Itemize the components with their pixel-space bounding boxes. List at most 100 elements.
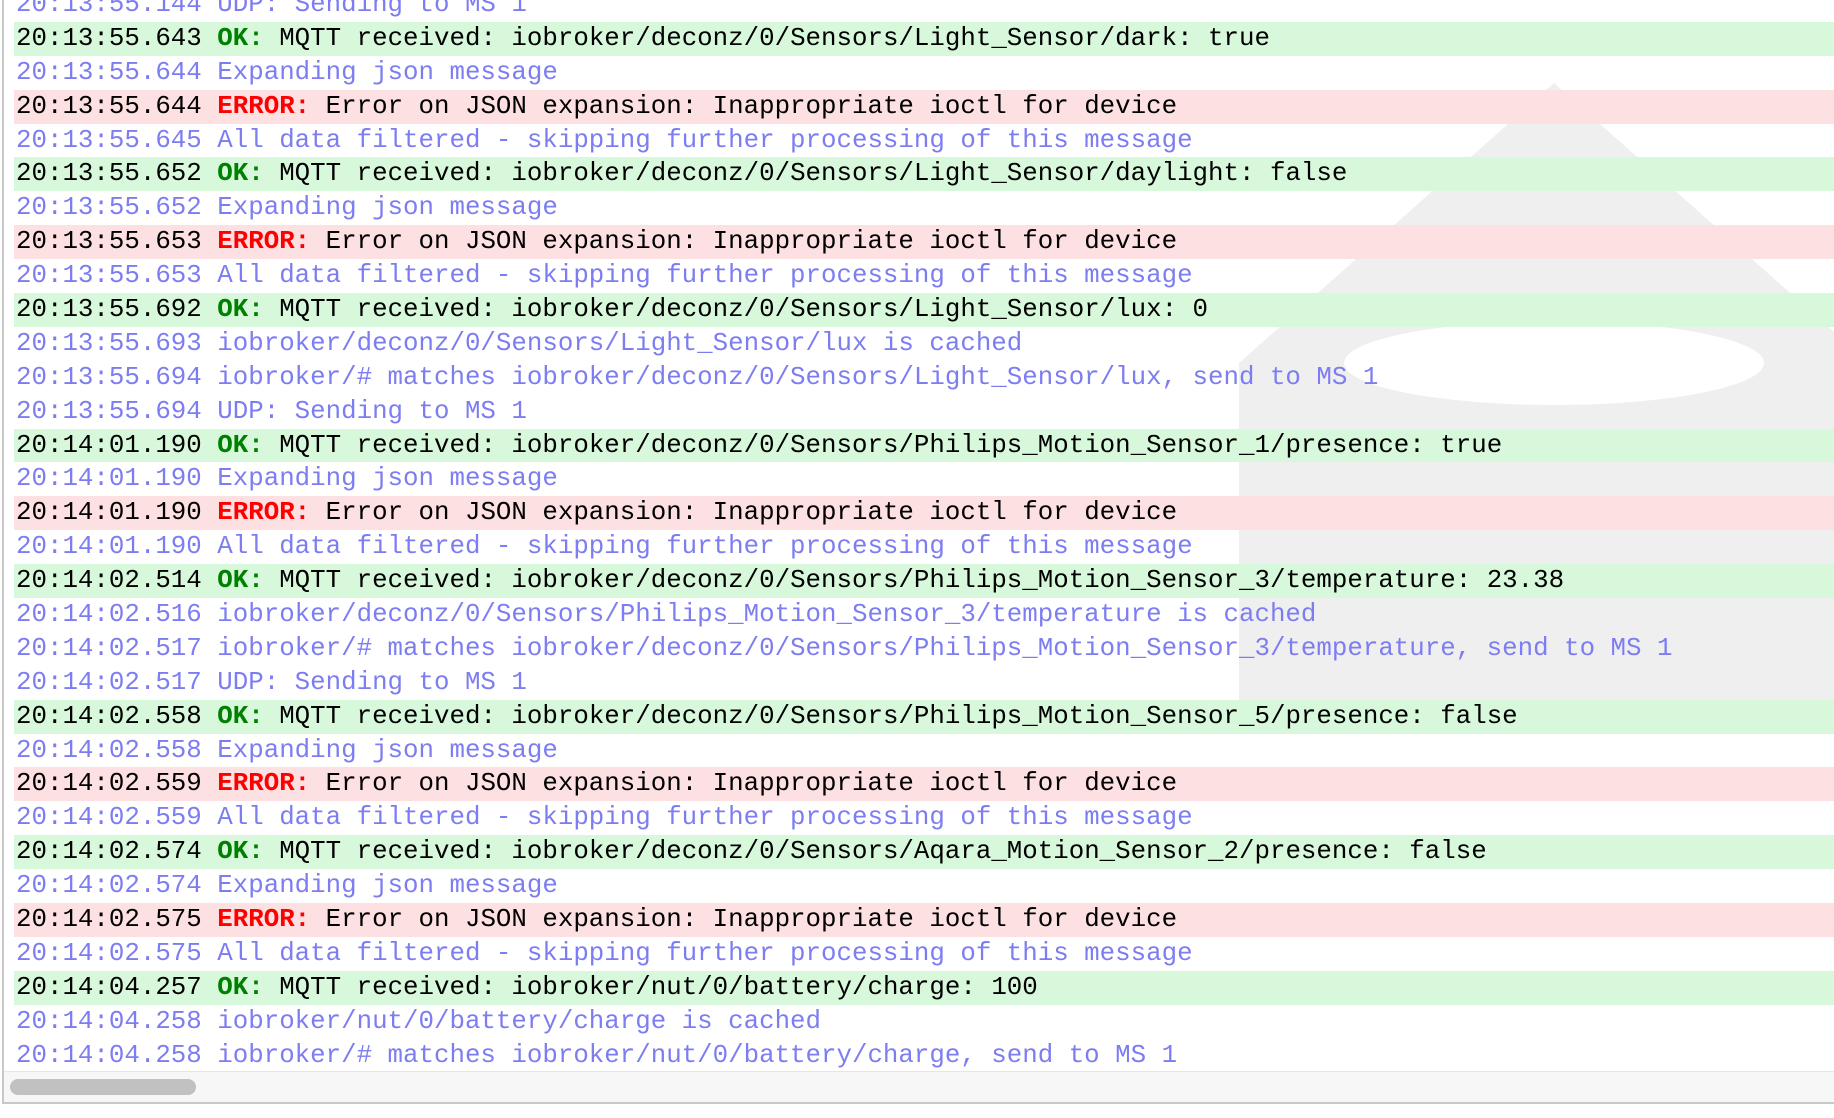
log-message: All data filtered - skipping further pro… [217,532,1193,562]
log-message: MQTT received: iobroker/nut/0/battery/ch… [279,972,1038,1002]
log-row-info: 20:13:55.644 Expanding json message [14,56,1834,90]
log-message: MQTT received: iobroker/deconz/0/Sensors… [279,701,1518,731]
log-level-label: OK: [217,972,264,1002]
log-message: MQTT received: iobroker/deconz/0/Sensors… [279,430,1503,460]
log-message: Expanding json message [217,57,558,87]
log-timestamp: 20:14:02.559 [16,769,202,799]
log-row-error: 20:13:55.653 ERROR: Error on JSON expans… [14,225,1834,260]
log-row-error: 20:14:02.575 ERROR: Error on JSON expans… [14,903,1834,937]
log-timestamp: 20:14:02.514 [16,566,202,596]
log-row-info: 20:14:04.258 iobroker/# matches iobroker… [14,1039,1834,1073]
log-message: iobroker/# matches iobroker/deconz/0/Sen… [217,362,1379,392]
log-message: UDP: Sending to MS 1 [217,667,527,697]
log-row-error: 20:14:02.559 ERROR: Error on JSON expans… [14,767,1834,802]
log-message: Error on JSON expansion: Inappropriate i… [325,227,1178,257]
log-timestamp: 20:14:01.190 [16,532,202,562]
log-timestamp: 20:14:01.190 [16,430,202,460]
log-timestamp: 20:14:02.574 [16,871,202,901]
log-row-info: 20:14:01.190 Expanding json message [14,462,1834,496]
log-timestamp: 20:13:55.644 [16,91,202,121]
log-level-label: OK: [217,701,264,731]
log-timestamp: 20:14:02.575 [16,905,202,935]
log-row-info: 20:14:01.190 All data filtered - skippin… [14,530,1834,564]
log-row-info: 20:13:55.693 iobroker/deconz/0/Sensors/L… [14,327,1834,361]
log-timestamp: 20:14:02.516 [16,600,202,630]
log-row-ok: 20:14:01.190 OK: MQTT received: iobroker… [14,428,1834,463]
log-message: Error on JSON expansion: Inappropriate i… [325,91,1178,121]
log-timestamp: 20:13:55.144 [16,0,202,19]
log-row-info: 20:14:02.574 Expanding json message [14,869,1834,903]
log-timestamp: 20:14:02.517 [16,633,202,663]
log-message: iobroker/# matches iobroker/deconz/0/Sen… [217,633,1673,663]
log-row-info: 20:13:55.144 UDP: Sending to MS 1 [14,0,1834,22]
log-level-label: OK: [217,23,264,53]
log-message: UDP: Sending to MS 1 [217,0,527,19]
log-message: All data filtered - skipping further pro… [217,938,1193,968]
scrollbar-thumb[interactable] [10,1079,196,1095]
log-panel: 20:13:55.144 UDP: Sending to MS 1 20:13:5… [2,0,1834,1104]
log-message: Error on JSON expansion: Inappropriate i… [325,905,1178,935]
log-timestamp: 20:13:55.653 [16,227,202,257]
log-level-label: ERROR: [217,905,311,935]
log-message: MQTT received: iobroker/deconz/0/Sensors… [279,295,1209,325]
log-timestamp: 20:13:55.653 [16,261,202,291]
log-row-info: 20:14:02.559 All data filtered - skippin… [14,801,1834,835]
log-timestamp: 20:14:01.190 [16,498,202,528]
log-message: Error on JSON expansion: Inappropriate i… [325,498,1178,528]
log-row-info: 20:14:04.258 iobroker/nut/0/battery/char… [14,1005,1834,1039]
log-row-info: 20:13:55.652 Expanding json message [14,191,1834,225]
log-row-ok: 20:13:55.692 OK: MQTT received: iobroker… [14,293,1834,327]
log-timestamp: 20:13:55.692 [16,295,202,325]
log-message: Expanding json message [217,735,558,765]
log-message: MQTT received: iobroker/deconz/0/Sensors… [279,837,1487,867]
log-message: iobroker/deconz/0/Sensors/Philips_Motion… [217,600,1317,630]
log-message: All data filtered - skipping further pro… [217,125,1193,155]
log-timestamp: 20:14:01.190 [16,464,202,494]
log-level-label: OK: [217,566,264,596]
log-row-ok: 20:14:02.558 OK: MQTT received: iobroker… [14,699,1834,734]
log-row-ok: 20:13:55.643 OK: MQTT received: iobroker… [14,21,1834,56]
log-row-info: 20:13:55.653 All data filtered - skippin… [14,259,1834,293]
log-row-info: 20:14:02.575 All data filtered - skippin… [14,937,1834,971]
log-message: iobroker/# matches iobroker/nut/0/batter… [217,1040,1178,1070]
log-level-label: ERROR: [217,227,311,257]
log-timestamp: 20:13:55.652 [16,193,202,223]
log-message: MQTT received: iobroker/deconz/0/Sensors… [279,23,1270,53]
log-timestamp: 20:14:02.559 [16,803,202,833]
log-level-label: ERROR: [217,498,311,528]
log-level-label: OK: [217,837,264,867]
log-timestamp: 20:14:04.257 [16,972,202,1002]
log-row-info: 20:14:02.558 Expanding json message [14,734,1834,768]
log-row-info: 20:13:55.694 iobroker/# matches iobroker… [14,361,1834,395]
log-timestamp: 20:14:02.575 [16,938,202,968]
log-row-ok: 20:13:55.652 OK: MQTT received: iobroker… [14,157,1834,192]
log-message: Expanding json message [217,464,558,494]
log-level-label: OK: [217,295,264,325]
log-message: UDP: Sending to MS 1 [217,396,527,426]
horizontal-scrollbar[interactable] [4,1071,1834,1102]
log-list: 20:13:55.144 UDP: Sending to MS 1 20:13:5… [14,0,1834,1073]
log-timestamp: 20:14:02.558 [16,735,202,765]
log-level-label: OK: [217,159,264,189]
log-timestamp: 20:13:55.645 [16,125,202,155]
log-message: Error on JSON expansion: Inappropriate i… [325,769,1178,799]
log-timestamp: 20:13:55.652 [16,159,202,189]
log-timestamp: 20:13:55.694 [16,362,202,392]
log-message: MQTT received: iobroker/deconz/0/Sensors… [279,159,1348,189]
log-row-ok: 20:14:02.574 OK: MQTT received: iobroker… [14,835,1834,870]
log-row-info: 20:14:02.517 UDP: Sending to MS 1 [14,666,1834,700]
log-row-info: 20:14:02.517 iobroker/# matches iobroker… [14,632,1834,666]
log-message: Expanding json message [217,871,558,901]
log-row-info: 20:14:02.516 iobroker/deconz/0/Sensors/P… [14,598,1834,632]
log-timestamp: 20:13:55.694 [16,396,202,426]
log-timestamp: 20:14:02.517 [16,667,202,697]
log-message: All data filtered - skipping further pro… [217,803,1193,833]
log-message: iobroker/deconz/0/Sensors/Light_Sensor/l… [217,328,1023,358]
log-timestamp: 20:13:55.644 [16,57,202,87]
log-message: MQTT received: iobroker/deconz/0/Sensors… [279,566,1565,596]
log-row-info: 20:13:55.694 UDP: Sending to MS 1 [14,395,1834,429]
log-timestamp: 20:14:04.258 [16,1040,202,1070]
log-level-label: ERROR: [217,769,311,799]
log-level-label: ERROR: [217,91,311,121]
log-timestamp: 20:13:55.643 [16,23,202,53]
